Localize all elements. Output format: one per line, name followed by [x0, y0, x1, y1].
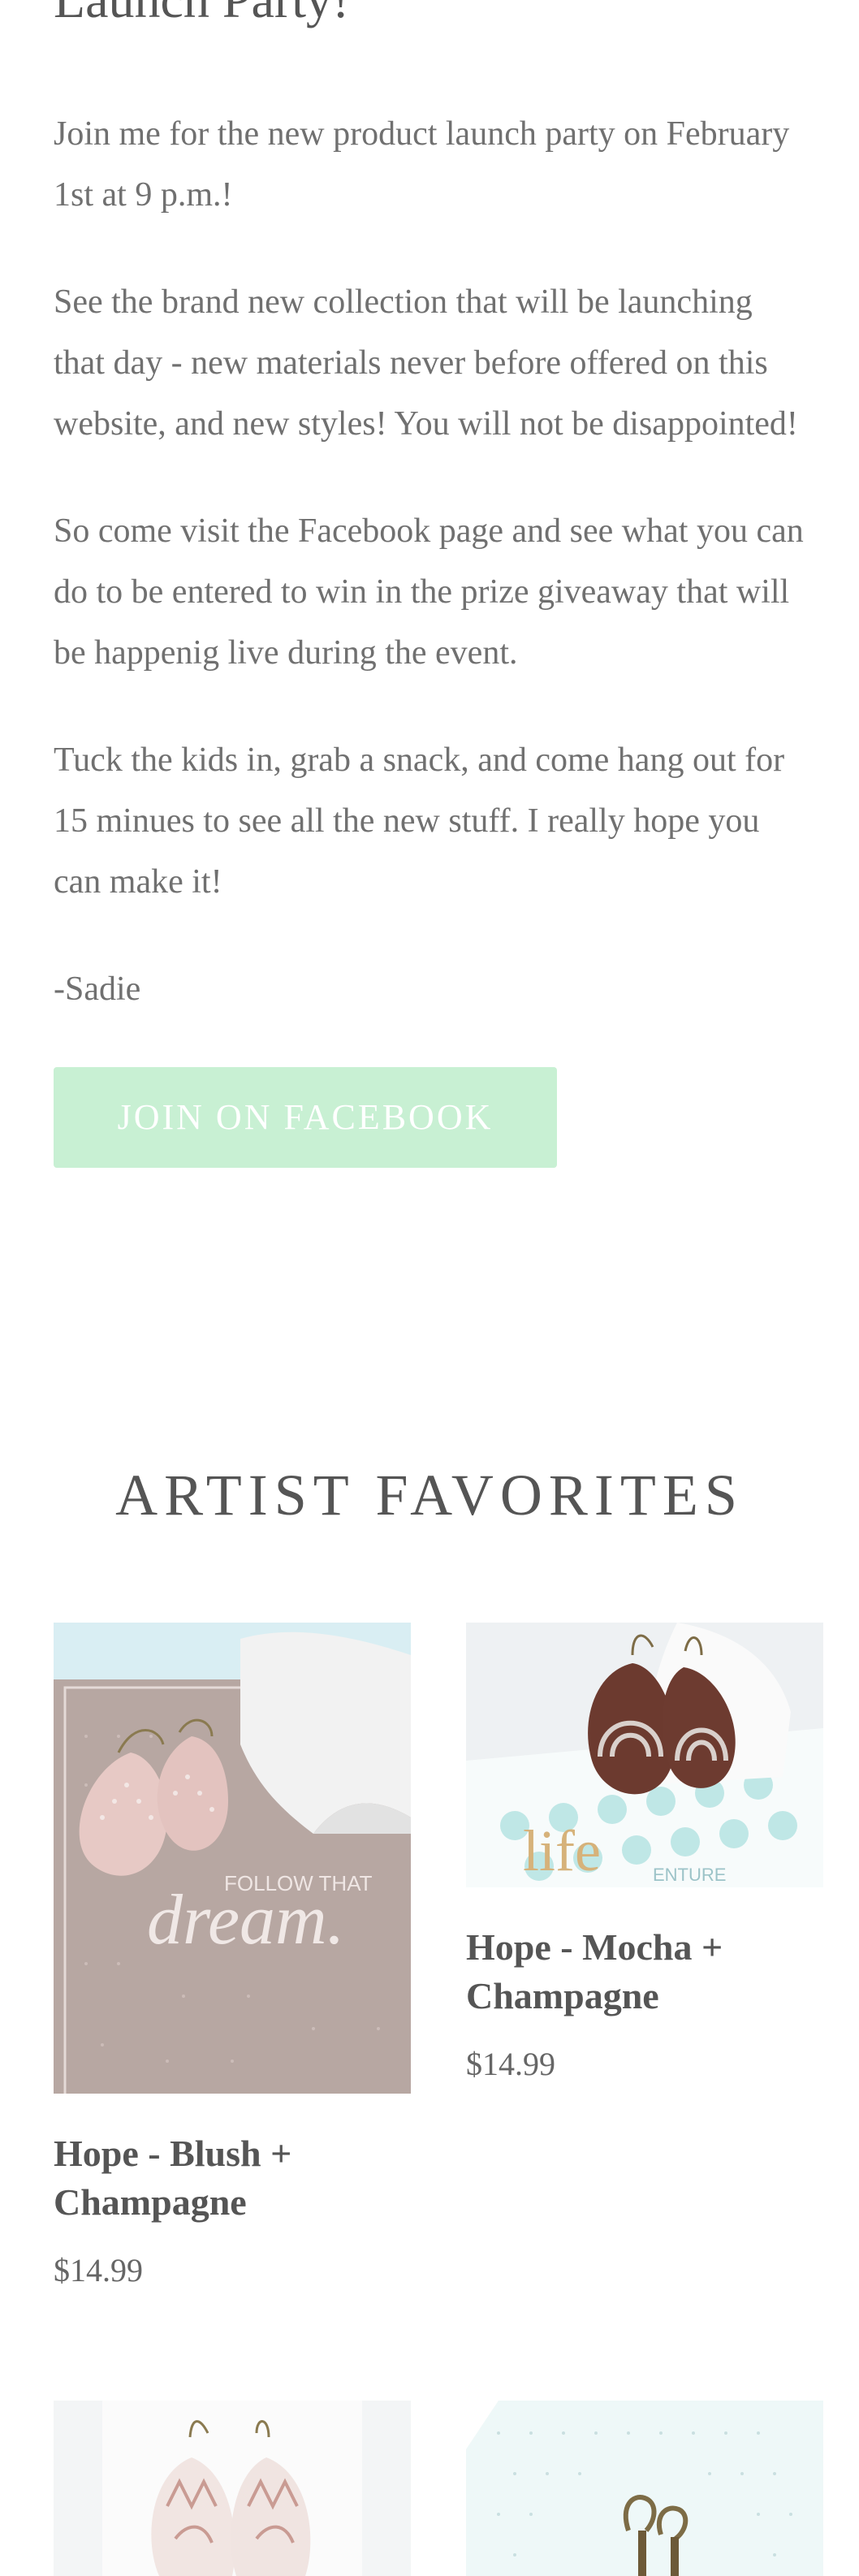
join-facebook-button[interactable]: JOIN ON FACEBOOK — [54, 1067, 557, 1168]
product-title[interactable]: Hope - Blush + Champagne — [54, 2129, 411, 2227]
product-price: $14.99 — [54, 2252, 143, 2289]
post-title: Launch Party! — [54, 0, 349, 33]
mocha-earrings-image: life ENTURE — [466, 1623, 823, 1887]
post-paragraph: Tuck the kids in, grab a snack, and come… — [54, 741, 785, 901]
post-paragraph: See the brand new collection that will b… — [54, 283, 798, 443]
artist-favorites-heading: ARTIST FAVORITES — [115, 1463, 744, 1528]
bronze-earrings-image — [466, 2401, 823, 2576]
product-image[interactable] — [54, 2401, 411, 2576]
image-caption-line2: dream. — [147, 1881, 345, 1960]
image-caption-line1: life — [523, 1818, 601, 1883]
product-price: $14.99 — [466, 2046, 555, 2082]
product-image[interactable] — [466, 2401, 823, 2576]
product-image[interactable]: life ENTURE — [466, 1623, 823, 1887]
product-card[interactable]: FOLLOW THAT dream. Hope - Blush + Champa… — [54, 1623, 411, 2289]
blush-earrings-image: FOLLOW THAT dream. — [54, 1623, 411, 2094]
post-paragraph: So come visit the Facebook page and see … — [54, 512, 804, 672]
product-title[interactable]: Hope - Mocha + Champagne — [466, 1923, 823, 2021]
post-signature: -Sadie — [54, 970, 141, 1008]
product-card[interactable]: life ENTURE Hope - Mocha + Champagne $14… — [466, 1623, 823, 2289]
product-grid: FOLLOW THAT dream. Hope - Blush + Champa… — [54, 1623, 823, 2289]
image-caption-line2: ENTURE — [653, 1865, 726, 1885]
post-body: Join me for the new product launch party… — [54, 104, 812, 1168]
post-paragraph: Join me for the new product launch party… — [54, 115, 790, 214]
product-grid-row-2 — [54, 2401, 823, 2576]
fox-earrings-image — [54, 2401, 411, 2576]
product-image[interactable]: FOLLOW THAT dream. — [54, 1623, 411, 2094]
